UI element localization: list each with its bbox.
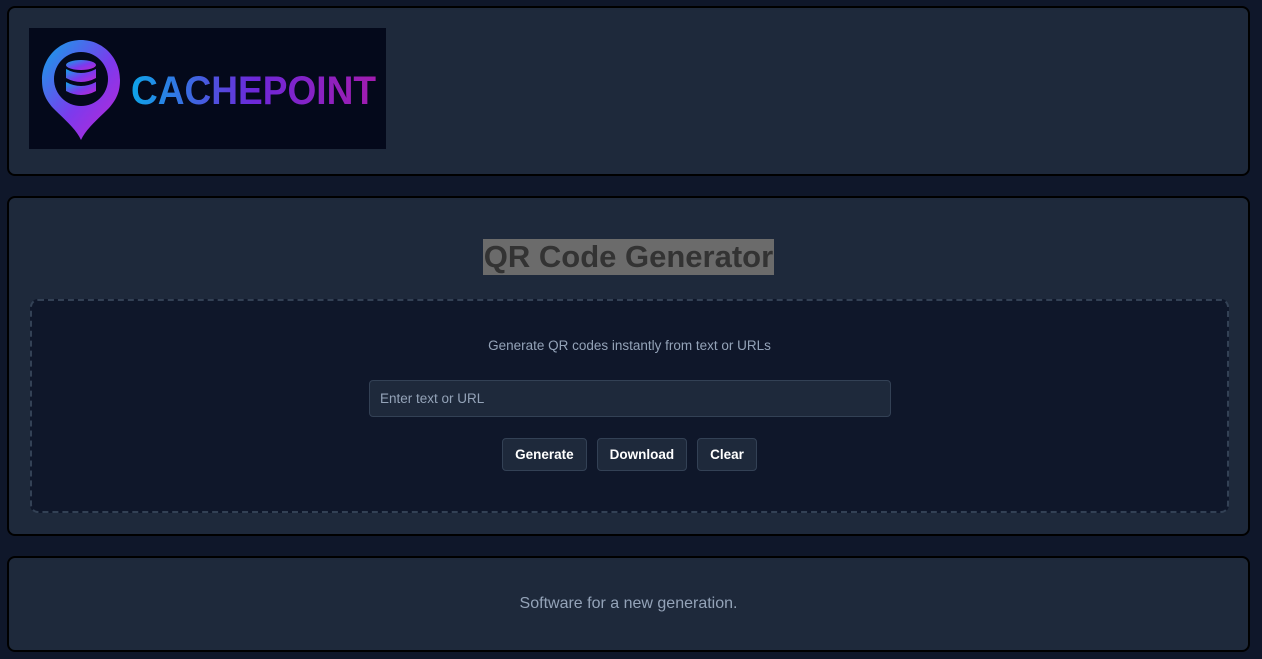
main-panel: QR Code Generator Generate QR codes inst… bbox=[7, 196, 1250, 536]
database-location-pin-icon bbox=[42, 40, 120, 140]
title-container: QR Code Generator bbox=[9, 239, 1248, 275]
generator-subtitle: Generate QR codes instantly from text or… bbox=[488, 338, 771, 353]
header-panel: CACHEPOINT bbox=[7, 6, 1250, 176]
clear-button[interactable]: Clear bbox=[697, 438, 757, 471]
logo-graphic: CACHEPOINT bbox=[42, 40, 376, 140]
logo-wordmark: CACHEPOINT bbox=[131, 69, 376, 113]
footer-panel: Software for a new generation. bbox=[7, 556, 1250, 652]
button-row: Generate Download Clear bbox=[32, 438, 1227, 471]
cachepoint-logo[interactable]: CACHEPOINT bbox=[29, 28, 386, 149]
footer-tagline: Software for a new generation. bbox=[519, 595, 738, 612]
qr-generator-box: Generate QR codes instantly from text or… bbox=[30, 299, 1229, 513]
generate-button[interactable]: Generate bbox=[502, 438, 587, 471]
download-button[interactable]: Download bbox=[596, 438, 688, 471]
qr-text-input[interactable] bbox=[369, 380, 891, 417]
page-title: QR Code Generator bbox=[482, 239, 775, 275]
